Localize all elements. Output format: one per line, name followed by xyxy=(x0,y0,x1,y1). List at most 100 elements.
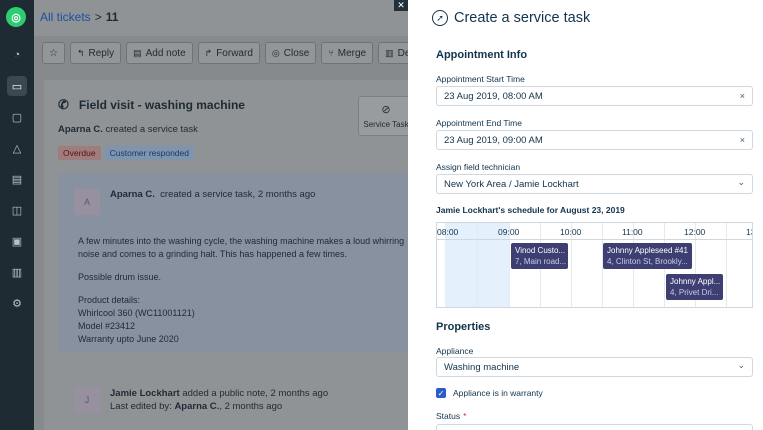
chevron-down-icon: ⌄ xyxy=(737,360,745,370)
service-task-label: Service Task xyxy=(363,120,408,129)
appliance-select[interactable]: Washing machine ⌄ xyxy=(436,357,753,377)
conversation-note: J Jamie Lockhart added a public note, 2 … xyxy=(58,373,408,430)
app-logo-icon[interactable]: ◎ xyxy=(6,7,26,27)
left-nav: ◎ ◔ ▭ ▢ △ ▤ ◫ ▣ ▥ ⚙ xyxy=(0,0,34,430)
dashboard-icon[interactable]: ◔ xyxy=(7,45,27,65)
ticket-title: Field visit - washing machine xyxy=(78,98,245,112)
solutions-icon[interactable]: △ xyxy=(7,138,27,158)
briefcase-icon[interactable]: ▣ xyxy=(7,231,27,251)
star-button[interactable]: ☆ xyxy=(42,42,65,64)
reply-button[interactable]: ↰ Reply xyxy=(69,42,122,64)
schedule-time-label: 08:00 xyxy=(437,227,459,237)
trash-icon: ▥ xyxy=(385,47,394,58)
breadcrumb: All tickets >11 xyxy=(40,10,118,24)
delete-button[interactable]: ▥Delete xyxy=(378,42,408,64)
note-line: Product details: xyxy=(78,295,141,305)
note-author[interactable]: Aparna C. xyxy=(110,189,155,200)
ticket-badges: Overdue Customer responded xyxy=(58,146,194,160)
properties-heading: Properties xyxy=(436,321,491,333)
panel-title: Create a service task xyxy=(454,10,591,26)
chat-icon[interactable]: ◫ xyxy=(7,200,27,220)
schedule-header-line xyxy=(437,239,752,240)
technician-schedule: 08:00 09:00 10:00 11:00 12:00 13 Vinod C… xyxy=(436,222,753,308)
close-button[interactable]: ◎ Close xyxy=(264,42,317,64)
forward-label: Forward xyxy=(216,47,253,59)
ticket-toolbar: ☆ ↰ Reply ▤ Add note ↱ Forward ◎ Close ⑂ Merg… xyxy=(42,42,408,64)
ticket-view: All tickets >11 ☆ ↰ Reply ▤ Add note ↱ Forwa… xyxy=(34,0,408,430)
book-icon[interactable]: ▤ xyxy=(7,169,27,189)
note-line: Warranty upto June 2020 xyxy=(78,334,179,344)
event-title: Vinod Custo... xyxy=(515,246,566,255)
edited-by[interactable]: Aparna C. xyxy=(174,401,219,412)
technician-select[interactable]: New York Area / Jamie Lockhart ⌄ xyxy=(436,174,753,194)
appliance-label: Appliance xyxy=(436,346,474,356)
close-label: Close xyxy=(283,47,310,59)
overdue-badge: Overdue xyxy=(58,146,101,160)
status-label: Status * xyxy=(436,411,466,421)
forward-button[interactable]: ↱ Forward xyxy=(197,42,260,64)
add-note-label: Add note xyxy=(145,47,186,59)
schedule-time-label: 10:00 xyxy=(560,227,582,237)
merge-label: Merge xyxy=(337,47,367,59)
note-body: A few minutes into the washing cycle, th… xyxy=(78,235,408,346)
settings-icon[interactable]: ⚙ xyxy=(7,293,27,313)
ticket-creator[interactable]: Aparna C. xyxy=(58,124,103,135)
service-task-panel: ➚ Create a service task Appointment Info… xyxy=(408,0,763,430)
status-select[interactable] xyxy=(436,424,753,430)
event-title: Johnny Appleseed #41 xyxy=(607,246,688,255)
schedule-event[interactable]: Vinod Custo... 7, Main road... xyxy=(511,243,568,269)
clear-icon[interactable]: × xyxy=(740,135,745,145)
schedule-event[interactable]: Johnny Appl... 4, Privet Dri... xyxy=(666,274,723,300)
star-icon: ☆ xyxy=(49,47,58,59)
schedule-time-label: 12:00 xyxy=(684,227,706,237)
start-time-value: 23 Aug 2019, 08:00 AM xyxy=(444,90,543,102)
breadcrumb-separator: > xyxy=(94,10,102,24)
ticket-created-text: created a service task xyxy=(105,124,198,135)
appointment-heading: Appointment Info xyxy=(436,49,528,61)
end-time-label: Appointment End Time xyxy=(436,118,522,128)
schedule-title: Jamie Lockhart's schedule for August 23,… xyxy=(436,205,625,215)
note-header: Aparna C. created a service task, 2 mont… xyxy=(110,189,315,200)
start-time-field[interactable]: 23 Aug 2019, 08:00 AM × xyxy=(436,86,753,106)
schedule-time-label: 11:00 xyxy=(622,227,643,237)
note-line: Model #23412 xyxy=(78,321,136,331)
check-circle-icon: ◎ xyxy=(271,47,280,58)
schedule-gridline xyxy=(477,223,478,307)
warranty-checkbox[interactable]: ✓ xyxy=(436,388,446,398)
edited-suffix: , 2 months ago xyxy=(219,401,283,412)
start-time-label: Appointment Start Time xyxy=(436,74,525,84)
schedule-event[interactable]: Johnny Appleseed #41 4, Clinton St, Broo… xyxy=(603,243,692,269)
event-address: 4, Clinton St, Brookly... xyxy=(607,257,688,266)
tickets-icon[interactable]: ▭ xyxy=(7,76,27,96)
merge-button[interactable]: ⑂ Merge xyxy=(321,42,374,64)
note-header: Jamie Lockhart added a public note, 2 mo… xyxy=(110,387,328,413)
ticket-subtitle: Aparna C. created a service task xyxy=(58,124,198,135)
compass-icon: ⊘ xyxy=(381,104,391,116)
forward-icon: ↱ xyxy=(204,47,213,58)
schedule-gridline xyxy=(726,223,727,307)
note-paragraph: A few minutes into the washing cycle, th… xyxy=(78,236,405,259)
chevron-down-icon: ⌄ xyxy=(737,177,745,187)
end-time-field[interactable]: 23 Aug 2019, 09:00 AM × xyxy=(436,130,753,150)
contacts-icon[interactable]: ▢ xyxy=(7,107,27,127)
technician-label: Assign field technician xyxy=(436,162,521,172)
service-task-button[interactable]: ⊘ Service Task xyxy=(358,96,408,136)
status-label-text: Status xyxy=(436,411,461,421)
close-panel-button[interactable]: ✕ xyxy=(394,0,408,11)
edited-prefix: Last edited by: xyxy=(110,401,172,412)
reply-icon: ↰ xyxy=(76,47,85,58)
ticket-number: 11 xyxy=(105,10,119,24)
clear-icon[interactable]: × xyxy=(740,91,745,101)
conversation-note: A Aparna C. created a service task, 2 mo… xyxy=(58,173,408,353)
note-meta: created a service task, 2 months ago xyxy=(160,189,316,200)
avatar: A xyxy=(74,189,100,215)
avatar: J xyxy=(74,387,100,413)
note-author[interactable]: Jamie Lockhart xyxy=(110,388,180,399)
add-note-button[interactable]: ▤ Add note xyxy=(126,42,193,64)
reports-icon[interactable]: ▥ xyxy=(7,262,27,282)
all-tickets-link[interactable]: All tickets xyxy=(40,10,91,24)
compass-icon: ➚ xyxy=(432,10,448,26)
warranty-label: Appliance is in warranty xyxy=(453,388,543,398)
phone-icon: ✆ xyxy=(58,97,69,112)
appliance-value: Washing machine xyxy=(444,361,520,373)
